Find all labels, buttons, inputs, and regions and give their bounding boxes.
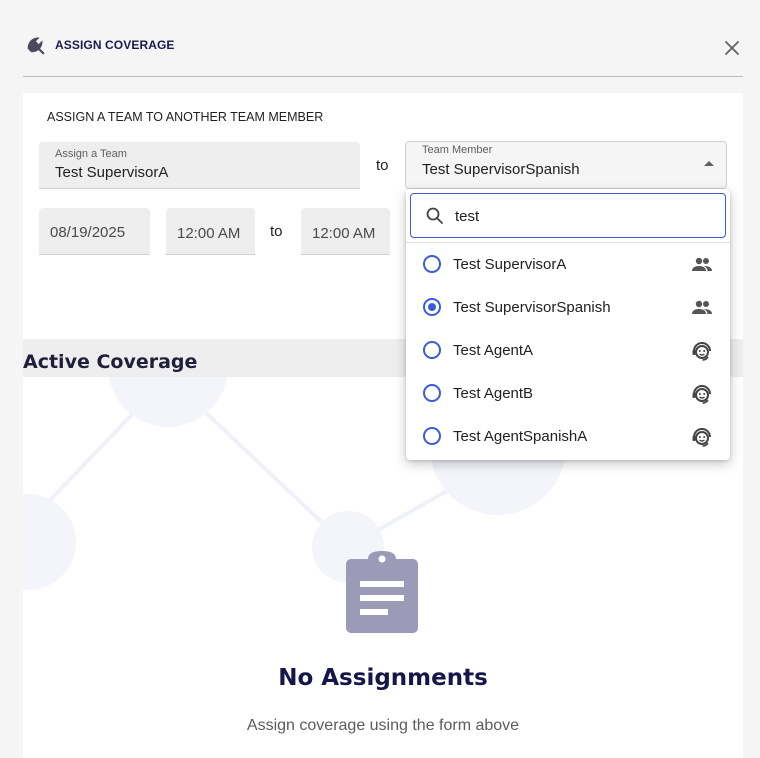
team-member-value: Test SupervisorSpanish: [422, 161, 580, 178]
search-box[interactable]: [410, 193, 726, 238]
search-input[interactable]: [455, 204, 715, 228]
support-agent-icon: [692, 385, 711, 404]
option-test-supervisorspanish[interactable]: Test SupervisorSpanish: [406, 286, 730, 329]
radio-button[interactable]: [423, 384, 441, 402]
date-value: 08/19/2025: [50, 224, 126, 241]
close-icon[interactable]: [722, 38, 742, 58]
dialog-header: ASSIGN COVERAGE: [0, 0, 760, 77]
form-heading: ASSIGN A TEAM TO ANOTHER TEAM MEMBER: [47, 110, 324, 124]
support-agent-icon: [692, 428, 711, 447]
team-member-dropdown: Test SupervisorA Test SupervisorSpanish …: [406, 189, 730, 460]
umbrella-icon: [27, 37, 45, 55]
to-label: to: [376, 157, 389, 174]
option-label: Test SupervisorA: [453, 256, 567, 273]
option-test-agentspanisha[interactable]: Test AgentSpanishA: [406, 415, 730, 458]
search-icon: [426, 207, 443, 224]
assign-team-label: Assign a Team: [55, 148, 127, 160]
option-label: Test SupervisorSpanish: [453, 299, 611, 316]
group-icon: [692, 300, 712, 314]
group-icon: [692, 257, 712, 271]
dialog-title: ASSIGN COVERAGE: [55, 38, 175, 52]
team-member-select[interactable]: Team Member Test SupervisorSpanish: [405, 141, 727, 189]
option-test-agenta[interactable]: Test AgentA: [406, 329, 730, 372]
start-time-field[interactable]: 12:00 AM: [166, 208, 255, 255]
end-time-field[interactable]: 12:00 AM: [301, 208, 390, 255]
support-agent-icon: [692, 342, 711, 361]
empty-state-subtitle: Assign coverage using the form above: [246, 717, 520, 734]
radio-button-selected[interactable]: [423, 298, 441, 316]
option-label: Test AgentB: [453, 385, 534, 402]
radio-button[interactable]: [423, 255, 441, 273]
radio-button[interactable]: [423, 427, 441, 445]
option-test-supervisora[interactable]: Test SupervisorA: [406, 243, 730, 286]
radio-button[interactable]: [423, 341, 441, 359]
empty-state-title: No Assignments: [278, 665, 488, 691]
option-test-agentb[interactable]: Test AgentB: [406, 372, 730, 415]
time-to-label: to: [270, 223, 283, 240]
option-label: Test AgentSpanishA: [453, 428, 588, 445]
clipboard-icon: [346, 551, 418, 633]
active-coverage-title: Active Coverage: [23, 351, 198, 373]
option-label: Test AgentA: [453, 342, 534, 359]
assign-team-field[interactable]: Assign a Team Test SupervisorA: [39, 142, 360, 189]
caret-up-icon[interactable]: [704, 161, 714, 166]
team-member-label: Team Member: [422, 144, 493, 156]
assign-team-value: Test SupervisorA: [55, 164, 169, 181]
start-time-value: 12:00 AM: [177, 225, 241, 242]
end-time-value: 12:00 AM: [312, 225, 376, 242]
date-field[interactable]: 08/19/2025: [39, 208, 150, 255]
header-divider: [23, 76, 743, 77]
